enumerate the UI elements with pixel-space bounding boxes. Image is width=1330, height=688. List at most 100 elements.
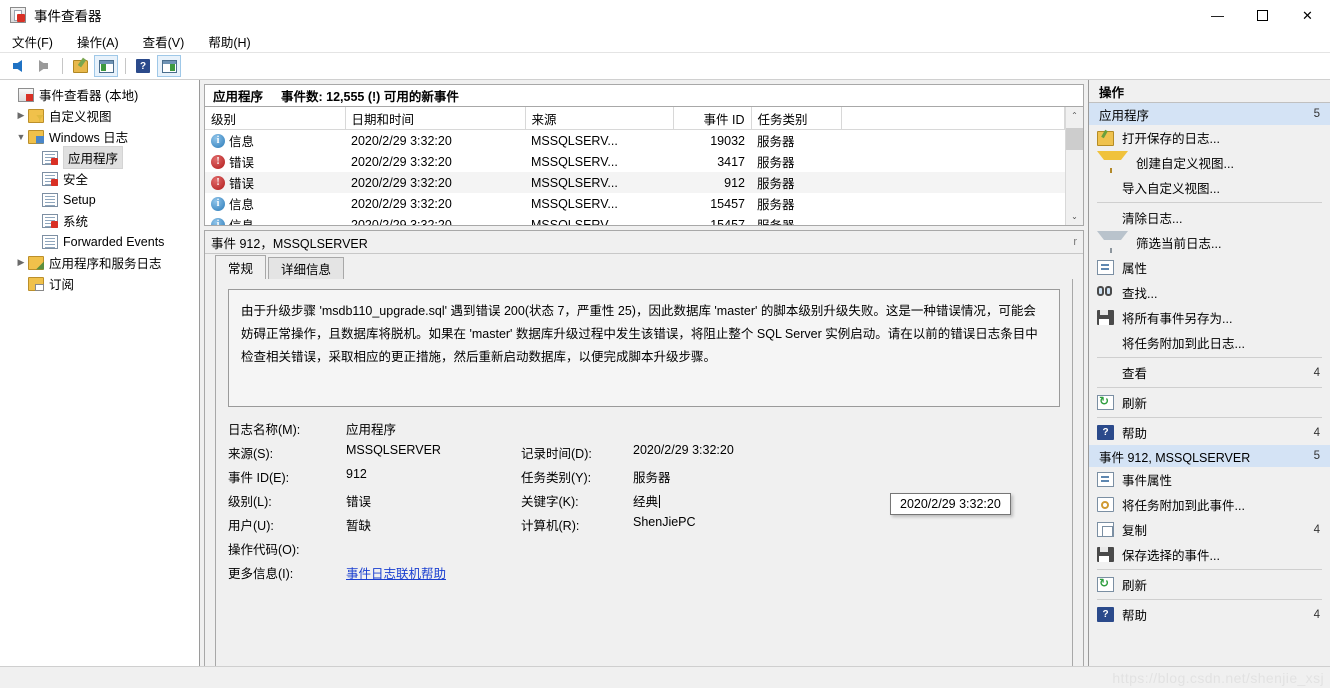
minimize-button[interactable]: — — [1195, 0, 1240, 30]
actions-section-header-application[interactable]: 应用程序 5 — [1089, 103, 1330, 125]
tree-item-windows-logs[interactable]: ▼ Windows 日志 — [0, 126, 199, 147]
action-copy[interactable]: 复制 4 — [1089, 517, 1330, 542]
scroll-thumb[interactable] — [1066, 128, 1083, 150]
show-folder-button[interactable] — [68, 55, 92, 77]
action-label: 清除日志... — [1122, 212, 1183, 226]
event-log-online-help-link[interactable]: 事件日志联机帮助 — [346, 567, 446, 581]
tree-item-subscriptions[interactable]: 订阅 — [0, 273, 199, 294]
watermark: https://blog.csdn.net/shenjie_xsj — [1112, 670, 1324, 686]
tab-details[interactable]: 详细信息 — [268, 257, 345, 279]
forward-button[interactable] — [31, 55, 55, 77]
chevron-down-icon[interactable]: ▼ — [14, 130, 28, 144]
action-import-custom-view[interactable]: 导入自定义视图... — [1089, 175, 1330, 200]
tree-item-event-viewer-local[interactable]: ▶ 事件查看器 (本地) — [0, 84, 199, 105]
scroll-down-button[interactable]: ⌄ — [1066, 208, 1083, 225]
action-help-log[interactable]: 帮助 4 — [1089, 420, 1330, 445]
help-icon — [1097, 425, 1114, 440]
logged-value: 2020/2/29 3:32:20 — [633, 443, 734, 457]
table-row[interactable]: ! 错误 2020/2/29 3:32:20 MSSQLSERV... 3417… — [205, 151, 1065, 172]
computer-label: 计算机(R): — [521, 519, 580, 533]
security-log-icon — [42, 171, 58, 186]
tree-item-apps-and-services-logs[interactable]: ▶ 应用程序和服务日志 — [0, 252, 199, 273]
table-row[interactable]: i 信息 2020/2/29 3:32:20 MSSQLSERV... 1545… — [205, 214, 1065, 225]
chevron-right-icon[interactable]: ▶ — [14, 256, 28, 270]
chevron-right-icon[interactable]: ▶ — [14, 109, 28, 123]
computer-value: ShenJiePC — [633, 515, 696, 529]
action-save-selected-events[interactable]: 保存选择的事件... — [1089, 542, 1330, 567]
information-icon: i — [211, 196, 225, 211]
menu-item-view[interactable]: 查看(V) — [141, 30, 195, 53]
system-log-icon — [42, 213, 58, 228]
menu-item-help[interactable]: 帮助(H) — [206, 30, 260, 53]
tree-item-security[interactable]: 安全 — [0, 168, 199, 189]
toolbar-help-button[interactable]: ? — [131, 55, 155, 77]
event-list-scrollbar[interactable]: ⌃ ⌄ — [1065, 107, 1083, 225]
maximize-button[interactable] — [1240, 0, 1285, 30]
table-row-selected[interactable]: ! 错误 2020/2/29 3:32:20 MSSQLSERV... 912 … — [205, 172, 1065, 193]
table-row[interactable]: i 信息 2020/2/29 3:32:20 MSSQLSERV... 1545… — [205, 193, 1065, 214]
close-button[interactable]: ✕ — [1285, 0, 1330, 30]
tree-item-setup[interactable]: Setup — [0, 189, 199, 210]
action-label: 属性 — [1122, 262, 1148, 276]
refresh-icon — [1097, 394, 1114, 410]
action-properties[interactable]: 属性 — [1089, 255, 1330, 280]
event-table: 级别 日期和时间 来源 事件 ID 任务类别 i 信息 2020/2/29 3:… — [205, 107, 1065, 225]
actions-section-header-event[interactable]: 事件 912, MSSQLSERVER 5 — [1089, 445, 1330, 467]
back-button[interactable] — [5, 55, 29, 77]
cell-task-category: 服务器 — [751, 172, 841, 193]
show-action-pane-button[interactable] — [157, 55, 181, 77]
task-category-value: 服务器 — [633, 471, 671, 485]
tree-item-application[interactable]: 应用程序 — [0, 146, 199, 169]
action-event-properties[interactable]: 事件属性 — [1089, 467, 1330, 492]
datetime-tooltip: 2020/2/29 3:32:20 — [890, 493, 1011, 515]
apps-services-folder-icon — [28, 255, 44, 270]
cell-datetime: 2020/2/29 3:32:20 — [351, 154, 452, 169]
action-refresh-event[interactable]: 刷新 — [1089, 572, 1330, 597]
action-filter-current-log[interactable]: 筛选当前日志... — [1089, 230, 1330, 255]
forward-arrow-icon — [38, 60, 48, 72]
column-header-level[interactable]: 级别 — [205, 107, 346, 130]
scroll-up-button[interactable]: ⌃ — [1066, 107, 1083, 124]
action-clear-log[interactable]: 清除日志... — [1089, 205, 1330, 230]
event-list-body[interactable]: 级别 日期和时间 来源 事件 ID 任务类别 i 信息 2020/2/29 3:… — [205, 107, 1065, 225]
column-header-task-category[interactable]: 任务类别 — [751, 107, 842, 130]
action-view[interactable]: 查看 4 — [1089, 360, 1330, 385]
action-save-all-events-as[interactable]: 将所有事件另存为... — [1089, 305, 1330, 330]
tree-item-label: 安全 — [63, 173, 89, 187]
tab-general[interactable]: 常规 — [215, 255, 267, 279]
help-icon: ? — [136, 59, 150, 73]
console-tree-pane[interactable]: ▶ 事件查看器 (本地) ▶ 自定义视图 ▼ Windows 日志 应用程序 安… — [0, 80, 200, 684]
column-header-source[interactable]: 来源 — [525, 107, 674, 130]
column-header-datetime[interactable]: 日期和时间 — [345, 107, 526, 130]
tree-item-forwarded-events[interactable]: Forwarded Events — [0, 231, 199, 252]
action-create-custom-view[interactable]: 创建自定义视图... — [1089, 150, 1330, 175]
cell-level: i 信息 — [205, 214, 345, 225]
actions-separator — [1097, 569, 1322, 570]
action-badge: 4 — [1313, 366, 1320, 379]
action-find[interactable]: 查找... — [1089, 280, 1330, 305]
cell-source: MSSQLSERV... — [531, 133, 618, 148]
action-open-saved-log[interactable]: 打开保存的日志... — [1089, 125, 1330, 150]
table-row[interactable]: i 信息 2020/2/29 3:32:20 MSSQLSERV... 1903… — [205, 130, 1065, 152]
center-pane: 应用程序 事件数: 12,555 (!) 可用的新事件 级别 日期和时间 来源 … — [200, 80, 1088, 684]
no-icon — [1097, 180, 1114, 195]
menu-item-action[interactable]: 操作(A) — [75, 30, 129, 53]
event-list-header-bar: 应用程序 事件数: 12,555 (!) 可用的新事件 — [204, 84, 1084, 106]
action-attach-task-to-event[interactable]: 将任务附加到此事件... — [1089, 492, 1330, 517]
tree-item-label: Windows 日志 — [49, 131, 129, 145]
copy-icon — [1097, 522, 1114, 537]
action-help-event[interactable]: 帮助 4 — [1089, 602, 1330, 627]
action-attach-task-to-log[interactable]: 将任务附加到此日志... — [1089, 330, 1330, 355]
tree-item-custom-views[interactable]: ▶ 自定义视图 — [0, 105, 199, 126]
column-header-event-id[interactable]: 事件 ID — [673, 107, 752, 130]
tree-item-system[interactable]: 系统 — [0, 210, 199, 231]
level-label: 级别(L): — [228, 495, 272, 509]
event-list[interactable]: 级别 日期和时间 来源 事件 ID 任务类别 i 信息 2020/2/29 3:… — [204, 106, 1084, 226]
forwarded-events-log-icon — [42, 234, 58, 249]
scroll-track[interactable] — [1066, 124, 1083, 208]
tree-item-label: 应用程序和服务日志 — [49, 257, 162, 271]
action-refresh-log[interactable]: 刷新 — [1089, 390, 1330, 415]
menu-item-file[interactable]: 文件(F) — [10, 30, 63, 53]
show-console-tree-button[interactable] — [94, 55, 118, 77]
event-detail-tabs: 常规 详细信息 — [205, 254, 1083, 279]
